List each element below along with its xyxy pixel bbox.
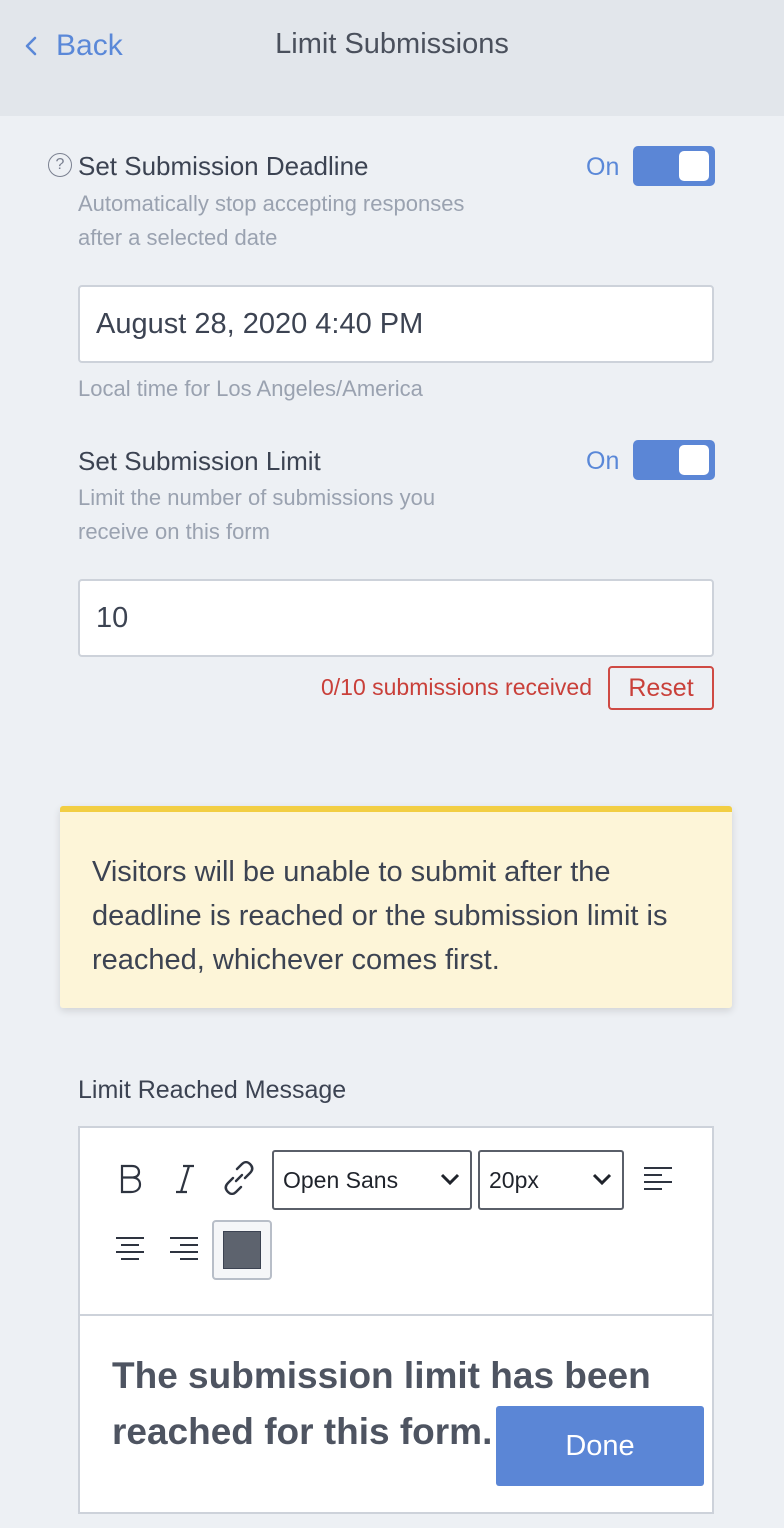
color-swatch [223, 1231, 261, 1269]
deadline-toggle-status: On [586, 153, 620, 181]
link-icon [224, 1161, 254, 1195]
help-icon[interactable]: ? [48, 153, 72, 177]
notice-text: Visitors will be unable to submit after … [92, 856, 668, 976]
done-button[interactable]: Done [496, 1406, 704, 1486]
timezone-note: Local time for Los Angeles/America [78, 376, 423, 401]
bold-button[interactable] [110, 1156, 152, 1202]
limit-label: Set Submission Limit [78, 446, 321, 476]
italic-icon [176, 1164, 194, 1194]
chevron-down-icon [592, 1173, 612, 1186]
bold-icon [120, 1164, 142, 1194]
warning-notice: Visitors will be unable to submit after … [60, 806, 732, 1008]
toggle-knob [679, 151, 709, 181]
reset-button[interactable]: Reset [608, 666, 714, 710]
text-color-picker[interactable] [212, 1220, 272, 1280]
deadline-date-input[interactable]: August 28, 2020 4:40 PM [78, 285, 714, 363]
align-center-button[interactable] [110, 1228, 150, 1268]
top-bar: Back Limit Submissions [0, 0, 784, 116]
limit-number-input[interactable]: 10 [78, 579, 714, 657]
chevron-down-icon [440, 1173, 460, 1186]
italic-button[interactable] [164, 1156, 206, 1202]
page-title: Limit Submissions [275, 28, 509, 60]
align-right-icon [170, 1237, 198, 1260]
editor-toolbar: Open Sans 20px [80, 1128, 712, 1316]
limit-toggle-status: On [586, 447, 620, 475]
deadline-toggle[interactable] [633, 146, 715, 186]
deadline-label: Set Submission Deadline [78, 151, 369, 181]
submission-counter: 0/10 submissions received [320, 674, 592, 700]
font-size-select[interactable]: 20px [478, 1150, 624, 1210]
align-left-icon [644, 1167, 672, 1190]
deadline-description: Automatically stop accepting responses a… [78, 191, 465, 250]
message-label: Limit Reached Message [78, 1076, 347, 1104]
align-right-button[interactable] [164, 1228, 204, 1268]
toggle-knob [679, 445, 709, 475]
limit-description: Limit the number of submissions you rece… [78, 485, 436, 544]
limit-toggle[interactable] [633, 440, 715, 480]
align-left-button[interactable] [638, 1158, 678, 1198]
link-button[interactable] [216, 1154, 262, 1202]
align-center-icon [116, 1237, 144, 1260]
font-family-select[interactable]: Open Sans [272, 1150, 472, 1210]
